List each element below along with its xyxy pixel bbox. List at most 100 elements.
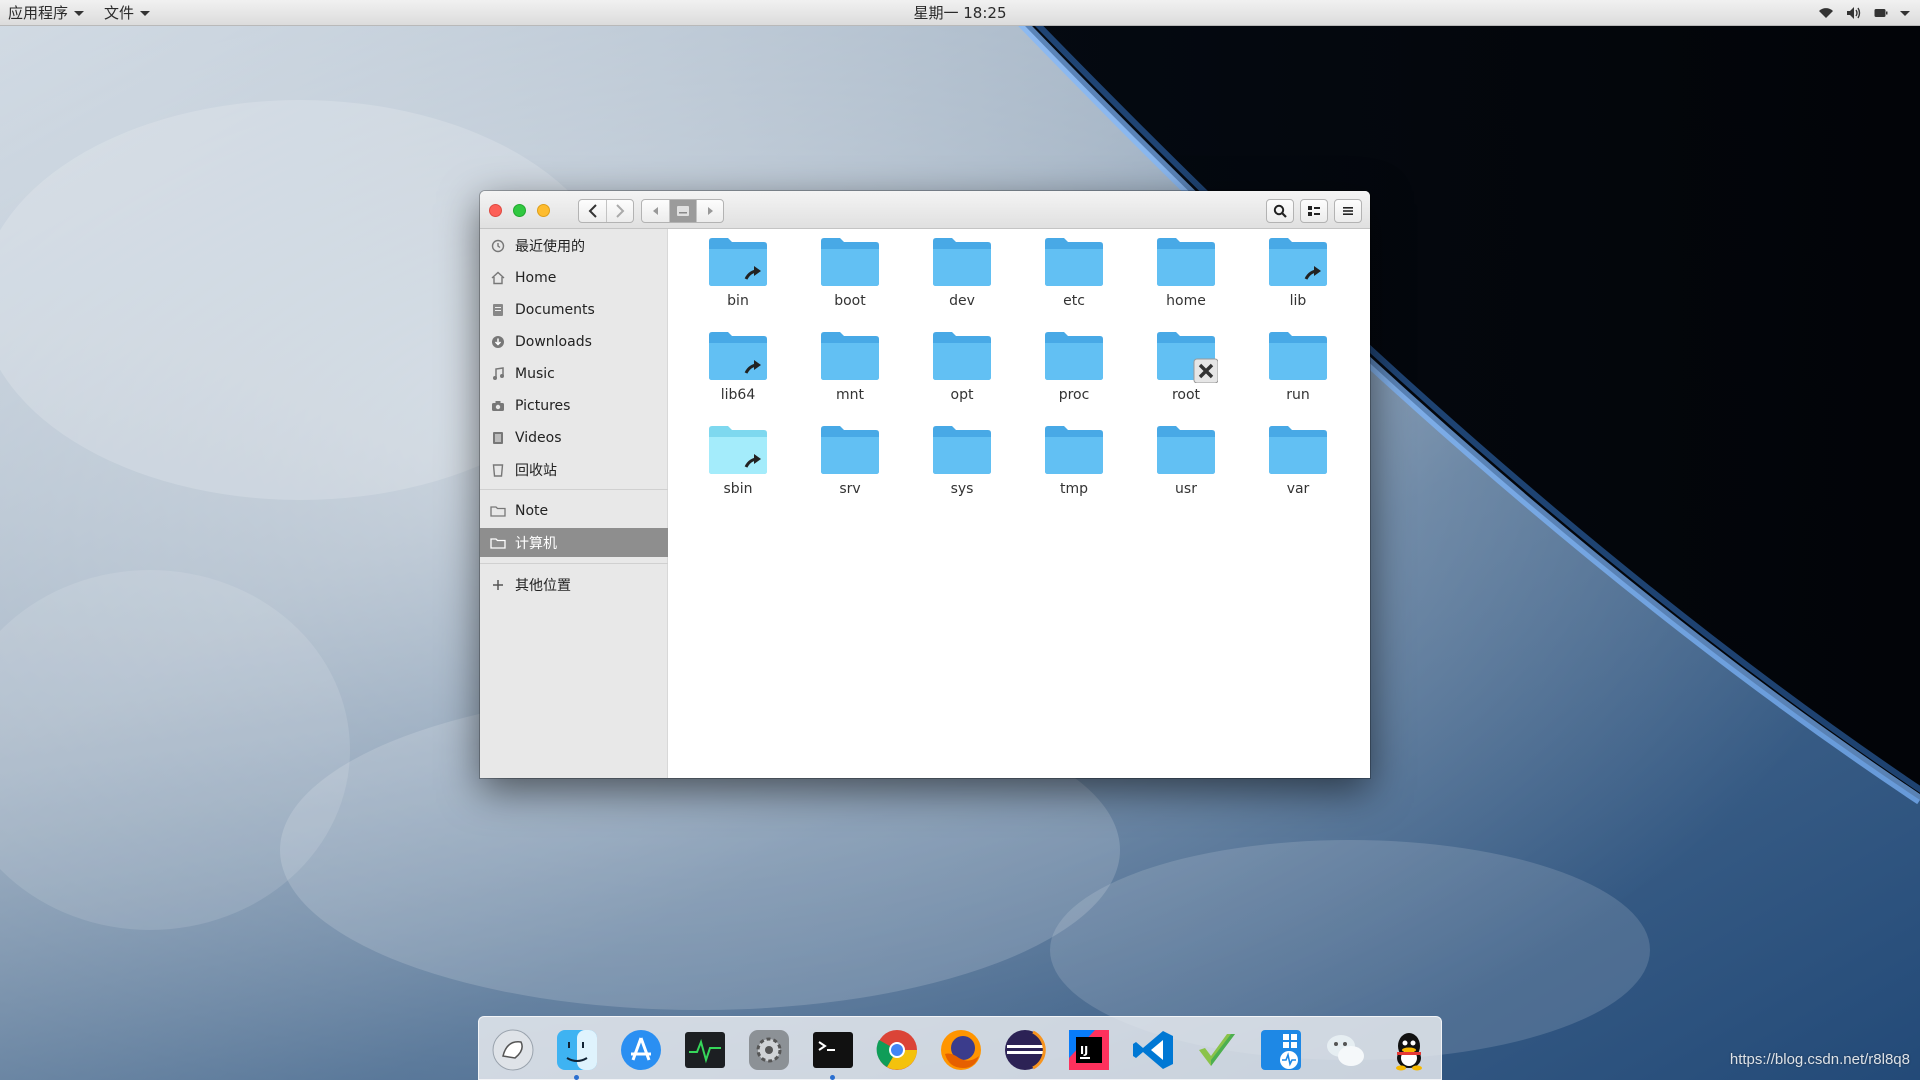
chrome-icon[interactable] bbox=[873, 1026, 921, 1074]
eclipse-icon[interactable] bbox=[1001, 1026, 1049, 1074]
folder-item[interactable]: root bbox=[1136, 329, 1236, 421]
folder-name: opt bbox=[950, 387, 974, 403]
sidebar-item-pictures[interactable]: Pictures bbox=[480, 391, 668, 420]
trash-icon bbox=[490, 462, 506, 478]
sidebar-item-note[interactable]: Note bbox=[480, 496, 668, 525]
forward-button[interactable] bbox=[606, 200, 633, 222]
search-button[interactable] bbox=[1266, 199, 1294, 223]
battery-icon[interactable] bbox=[1874, 8, 1888, 18]
folder-name: usr bbox=[1175, 481, 1197, 497]
chevron-right-icon bbox=[616, 204, 625, 218]
sidebar: 最近使用的 Home Documents Downloads Music Pic… bbox=[480, 229, 668, 778]
path-computer-button[interactable] bbox=[669, 200, 696, 222]
path-scroll-left-button[interactable] bbox=[642, 200, 669, 222]
folder-item[interactable]: bin bbox=[688, 235, 788, 327]
folder-name: bin bbox=[727, 293, 749, 309]
sidebar-item-downloads[interactable]: Downloads bbox=[480, 327, 668, 356]
folder-item[interactable]: lib bbox=[1248, 235, 1348, 327]
system-tray[interactable] bbox=[1818, 0, 1910, 26]
wifi-icon[interactable] bbox=[1818, 7, 1834, 19]
sidebar-item-label: 计算机 bbox=[515, 535, 557, 552]
folder-item[interactable]: lib64 bbox=[688, 329, 788, 421]
caret-down-icon bbox=[74, 10, 85, 16]
sidebar-item-music[interactable]: Music bbox=[480, 359, 668, 388]
folder-icon bbox=[933, 332, 991, 380]
sidebar-item-label: 最近使用的 bbox=[515, 238, 585, 255]
app-store-icon[interactable] bbox=[617, 1026, 665, 1074]
sidebar-item-home[interactable]: Home bbox=[480, 263, 668, 292]
folder-icon bbox=[1269, 238, 1327, 286]
folder-item[interactable]: mnt bbox=[800, 329, 900, 421]
folder-item[interactable]: home bbox=[1136, 235, 1236, 327]
file-manager-window: 最近使用的 Home Documents Downloads Music Pic… bbox=[480, 191, 1370, 778]
folder-name: lib bbox=[1289, 293, 1307, 309]
launcher-icon[interactable] bbox=[489, 1026, 537, 1074]
folder-item[interactable]: srv bbox=[800, 423, 900, 515]
triangle-right-icon bbox=[708, 207, 713, 215]
files-menu[interactable]: 文件 bbox=[104, 0, 151, 26]
window-menu-button[interactable] bbox=[1334, 199, 1362, 223]
folder-item[interactable]: proc bbox=[1024, 329, 1124, 421]
clock[interactable]: 星期一 18:25 bbox=[914, 4, 1007, 22]
system-monitor-icon[interactable] bbox=[681, 1026, 729, 1074]
folder-icon bbox=[709, 426, 767, 474]
folder-name: proc bbox=[1058, 387, 1090, 403]
applications-menu[interactable]: 应用程序 bbox=[8, 0, 85, 26]
folder-item[interactable]: var bbox=[1248, 423, 1348, 515]
folder-item[interactable]: sbin bbox=[688, 423, 788, 515]
sidebar-item-trash[interactable]: 回收站 bbox=[480, 455, 668, 484]
chevron-left-icon bbox=[588, 204, 597, 218]
sidebar-item-computer[interactable]: 计算机 bbox=[480, 528, 668, 557]
sidebar-item-label: Downloads bbox=[515, 333, 592, 350]
computer-icon bbox=[490, 535, 506, 551]
close-window-button[interactable] bbox=[489, 204, 502, 217]
sidebar-item-label: Music bbox=[515, 365, 555, 382]
folder-item[interactable]: opt bbox=[912, 329, 1012, 421]
qq-icon[interactable] bbox=[1385, 1026, 1433, 1074]
sidebar-item-other-locations[interactable]: 其他位置 bbox=[480, 570, 668, 599]
sidebar-divider bbox=[480, 563, 668, 564]
firefox-icon[interactable] bbox=[937, 1026, 985, 1074]
sidebar-item-label: Pictures bbox=[515, 397, 571, 414]
top-panel: 应用程序 文件 星期一 18:25 bbox=[0, 0, 1920, 26]
minimize-window-button[interactable] bbox=[537, 204, 550, 217]
folder-item[interactable]: boot bbox=[800, 235, 900, 327]
sidebar-item-label: 回收站 bbox=[515, 462, 557, 479]
sidebar-item-documents[interactable]: Documents bbox=[480, 295, 668, 324]
folder-icon bbox=[1045, 332, 1103, 380]
sidebar-item-videos[interactable]: Videos bbox=[480, 423, 668, 452]
folder-item[interactable]: run bbox=[1248, 329, 1348, 421]
folder-item[interactable]: etc bbox=[1024, 235, 1124, 327]
folder-item[interactable]: sys bbox=[912, 423, 1012, 515]
checkmark-app-icon[interactable] bbox=[1193, 1026, 1241, 1074]
power-menu[interactable] bbox=[1900, 10, 1910, 16]
folder-item[interactable]: usr bbox=[1136, 423, 1236, 515]
folder-icon bbox=[1045, 238, 1103, 286]
vscode-icon[interactable] bbox=[1129, 1026, 1177, 1074]
folder-name: var bbox=[1286, 481, 1310, 497]
finder-icon[interactable] bbox=[553, 1026, 601, 1074]
volume-icon[interactable] bbox=[1846, 6, 1862, 20]
folder-icon bbox=[1157, 426, 1215, 474]
folder-name: home bbox=[1166, 293, 1206, 309]
hamburger-menu-icon bbox=[1343, 207, 1353, 215]
wechat-icon[interactable] bbox=[1321, 1026, 1369, 1074]
path-scroll-right-button[interactable] bbox=[696, 200, 723, 222]
intellij-icon[interactable]: IJ bbox=[1065, 1026, 1113, 1074]
file-grid: bin boot dev etc home lib lib64 mnt opt proc root r… bbox=[668, 229, 1370, 778]
settings-icon[interactable] bbox=[745, 1026, 793, 1074]
multi-os-app-icon[interactable] bbox=[1257, 1026, 1305, 1074]
folder-icon bbox=[1157, 332, 1218, 383]
caret-down-icon bbox=[1900, 10, 1910, 16]
back-button[interactable] bbox=[579, 200, 606, 222]
folder-name: root bbox=[1171, 387, 1201, 403]
folder-item[interactable]: tmp bbox=[1024, 423, 1124, 515]
sidebar-item-recent[interactable]: 最近使用的 bbox=[480, 231, 668, 260]
folder-icon bbox=[490, 503, 506, 519]
maximize-window-button[interactable] bbox=[513, 204, 526, 217]
title-bar[interactable] bbox=[480, 191, 1370, 229]
folder-item[interactable]: dev bbox=[912, 235, 1012, 327]
view-toggle-button[interactable] bbox=[1300, 199, 1328, 223]
folder-icon bbox=[1269, 426, 1327, 474]
terminal-icon[interactable] bbox=[809, 1026, 857, 1074]
